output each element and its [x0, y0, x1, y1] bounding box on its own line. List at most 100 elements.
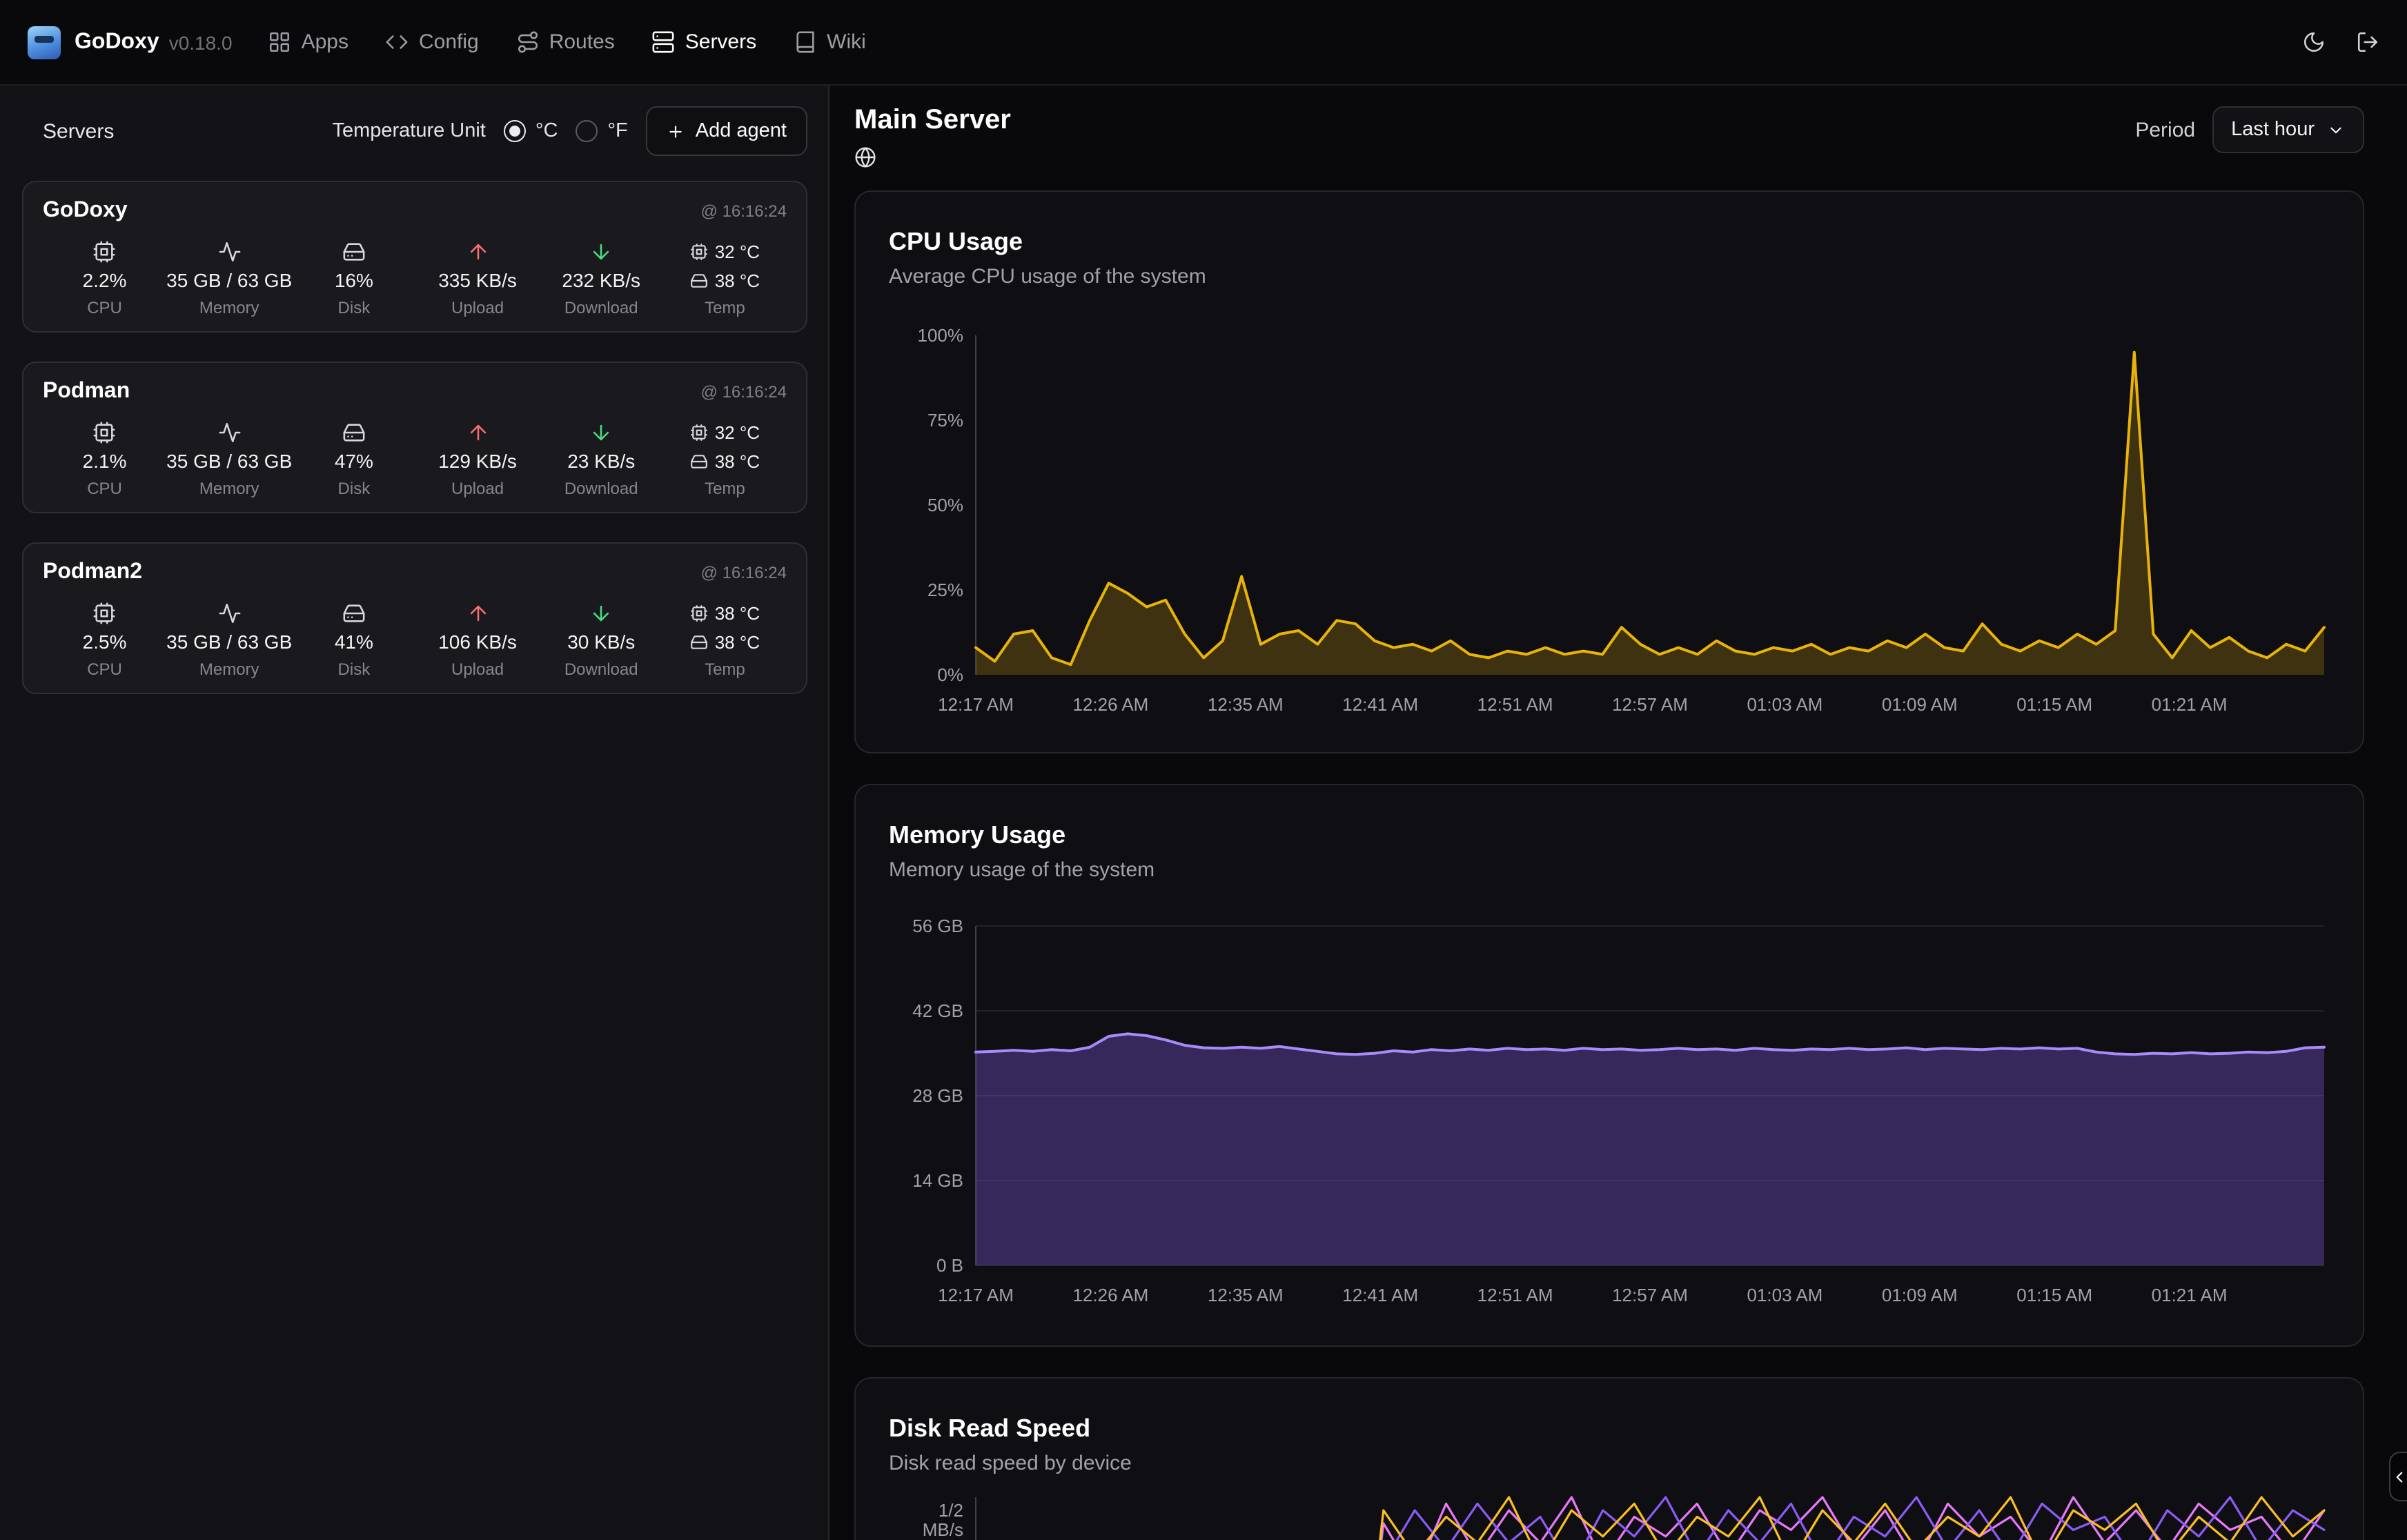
panel-collapse-tab[interactable] [2389, 1452, 2407, 1501]
moon-icon[interactable] [2302, 30, 2326, 54]
temp-label: Temp [705, 295, 745, 320]
svg-text:75%: 75% [927, 410, 963, 431]
server-card-godoxy[interactable]: GoDoxy @ 16:16:24 2.2% CPU 35 GB / 63 GB… [22, 181, 807, 333]
chart-subtitle: Memory usage of the system [889, 857, 2330, 885]
stat-cpu: 2.1% CPU [43, 418, 166, 501]
svg-text:100%: 100% [918, 325, 964, 346]
cpu-icon [690, 604, 708, 622]
cpu-label: CPU [87, 657, 122, 682]
stat-upload: 335 KB/s Upload [415, 237, 539, 320]
svg-text:0 B: 0 B [936, 1255, 963, 1276]
server-card-podman2[interactable]: Podman2 @ 16:16:24 2.5% CPU 35 GB / 63 G… [22, 542, 807, 694]
server-timestamp: @ 16:16:24 [701, 201, 787, 221]
temp-unit-celsius-radio[interactable]: °C [504, 120, 558, 142]
hard-drive-icon [342, 420, 366, 444]
svg-text:12:51 AM: 12:51 AM [1477, 1285, 1553, 1305]
chart-title: CPU Usage [889, 225, 2330, 258]
svg-text:01:15 AM: 01:15 AM [2016, 694, 2092, 715]
book-icon [794, 30, 817, 54]
arrow-down-icon [589, 601, 613, 624]
sidebar-title: Servers [22, 119, 114, 143]
arrow-up-icon [466, 601, 489, 624]
stat-disk: 41% Disk [292, 599, 415, 682]
arrow-up-icon [466, 239, 489, 263]
period-value: Last hour [2231, 119, 2315, 141]
activity-icon [217, 239, 241, 263]
memory-label: Memory [199, 476, 259, 501]
nav-label: Routes [549, 30, 615, 54]
svg-text:12:41 AM: 12:41 AM [1342, 694, 1418, 715]
upload-label: Upload [451, 295, 504, 320]
download-label: Download [564, 657, 638, 682]
svg-text:12:57 AM: 12:57 AM [1612, 1285, 1688, 1305]
stat-download: 23 KB/s Download [540, 418, 663, 501]
server-name: Podman2 [43, 560, 142, 585]
server-icon [652, 30, 676, 54]
svg-text:25%: 25% [927, 580, 963, 600]
temp-unit-fahrenheit-radio[interactable]: °F [576, 120, 627, 142]
main-header: Main Server Period Last hour [854, 103, 2364, 190]
memory-label: Memory [199, 657, 259, 682]
nav-item-apps[interactable]: Apps [268, 30, 348, 54]
upload-value: 335 KB/s [438, 265, 517, 295]
chevron-left-icon [2390, 1468, 2407, 1485]
nav-item-routes[interactable]: Routes [516, 30, 615, 54]
download-value: 232 KB/s [562, 265, 640, 295]
temp-label: Temp [705, 476, 745, 501]
svg-text:01:03 AM: 01:03 AM [1747, 1285, 1823, 1305]
hard-drive-icon [342, 239, 366, 263]
nav-label: Wiki [827, 30, 866, 54]
plus-icon [667, 122, 685, 140]
stat-upload: 129 KB/s Upload [415, 418, 539, 501]
nav-item-wiki[interactable]: Wiki [794, 30, 866, 54]
svg-text:1/2MB/s: 1/2MB/s [923, 1500, 963, 1540]
cpu-value: 2.2% [83, 265, 127, 295]
svg-text:0%: 0% [937, 664, 963, 685]
svg-text:01:21 AM: 01:21 AM [2152, 694, 2228, 715]
svg-text:01:21 AM: 01:21 AM [2152, 1285, 2228, 1305]
globe-icon[interactable] [854, 146, 876, 168]
memory-usage-chart: 56 GB42 GB28 GB14 GB0 B12:17 AM12:26 AM1… [889, 893, 2332, 1312]
nav-item-config[interactable]: Config [386, 30, 479, 54]
sidebar-header: Servers Temperature Unit °C °F Add agent [22, 105, 807, 157]
cpu-icon [690, 242, 708, 260]
period-control: Period Last hour [2135, 106, 2364, 153]
grid-icon [268, 30, 292, 54]
godoxy-app: GoDoxy v0.18.0 Apps Config Routes Server… [0, 0, 2407, 1540]
nav-item-servers[interactable]: Servers [652, 30, 756, 54]
download-label: Download [564, 476, 638, 501]
cpu-icon [93, 239, 117, 263]
stat-download: 232 KB/s Download [540, 237, 663, 320]
svg-text:12:17 AM: 12:17 AM [938, 694, 1014, 715]
cpu-temp-value: 38 °C [715, 602, 760, 623]
nav-label: Servers [685, 30, 756, 54]
svg-text:01:09 AM: 01:09 AM [1882, 1285, 1958, 1305]
memory-value: 35 GB / 63 GB [166, 626, 292, 657]
route-icon [516, 30, 540, 54]
cpu-icon [93, 601, 117, 624]
main-content: Main Server Period Last hour CPU Usage A… [829, 86, 2407, 1540]
logout-icon[interactable] [2356, 30, 2379, 54]
server-card-podman[interactable]: Podman @ 16:16:24 2.1% CPU 35 GB / 63 GB… [22, 362, 807, 513]
download-value: 23 KB/s [567, 446, 635, 476]
chart-subtitle: Disk read speed by device [889, 1450, 2330, 1478]
nav-label: Apps [302, 30, 348, 54]
disk-read-speed-chart: 1/2MB/s [889, 1486, 2332, 1540]
nav-label: Config [419, 30, 479, 54]
cpu-temp-value: 32 °C [715, 422, 760, 442]
disk-label: Disk [338, 476, 371, 501]
period-select[interactable]: Last hour [2212, 106, 2364, 153]
svg-text:12:41 AM: 12:41 AM [1342, 1285, 1418, 1305]
svg-text:56 GB: 56 GB [912, 916, 963, 936]
svg-text:01:03 AM: 01:03 AM [1747, 694, 1823, 715]
stat-temp: 32 °C 38 °C Temp [663, 418, 787, 501]
stat-disk: 47% Disk [292, 418, 415, 501]
add-agent-button[interactable]: Add agent [646, 106, 807, 156]
temp-label: Temp [705, 657, 745, 682]
hard-drive-icon [690, 633, 708, 651]
cpu-usage-card: CPU Usage Average CPU usage of the syste… [854, 190, 2364, 753]
hard-drive-icon [690, 271, 708, 289]
disk-temp-value: 38 °C [715, 451, 760, 471]
stat-temp: 38 °C 38 °C Temp [663, 599, 787, 682]
cpu-value: 2.5% [83, 626, 127, 657]
